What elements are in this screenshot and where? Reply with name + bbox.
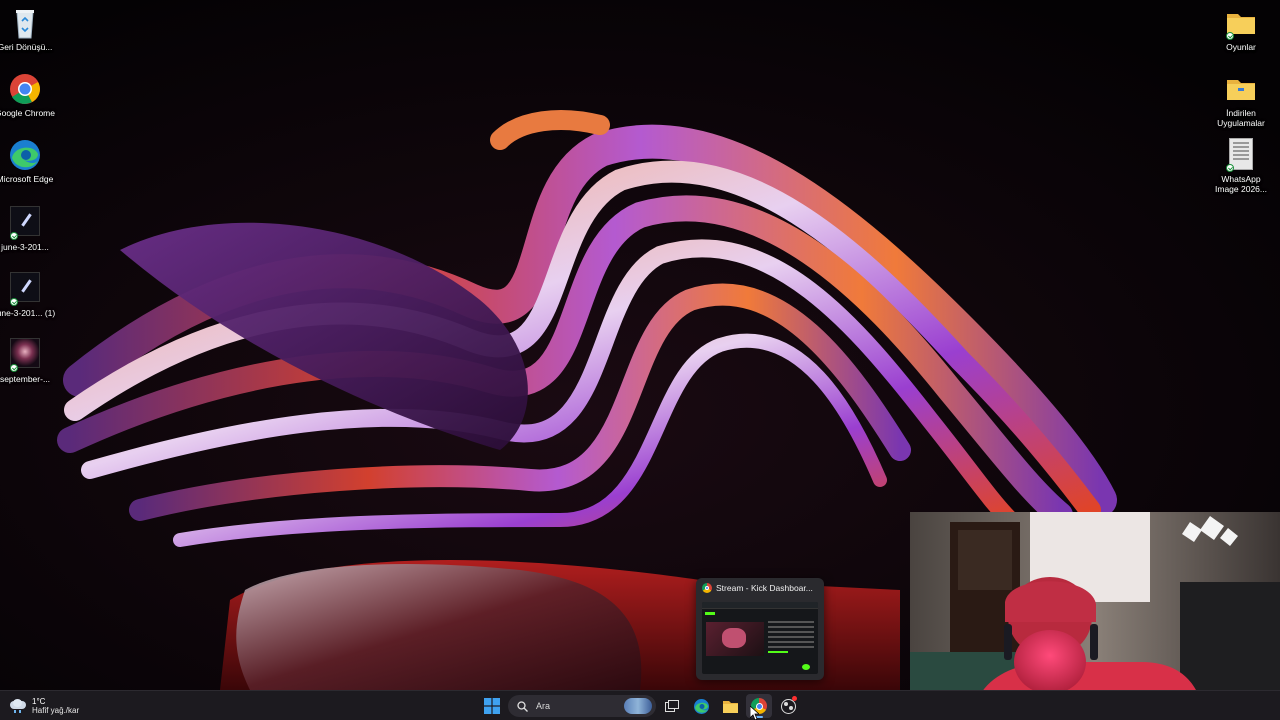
desktop-icon-label: Google Chrome bbox=[0, 108, 55, 118]
edge-icon bbox=[8, 138, 42, 172]
desktop-icon-june-image-1[interactable]: june-3-201... bbox=[0, 206, 56, 252]
sync-status-icon bbox=[10, 232, 18, 240]
taskbar-search[interactable]: Ara bbox=[508, 695, 656, 717]
folder-icon bbox=[1224, 72, 1258, 106]
weather-temperature: 1°C bbox=[32, 697, 46, 706]
image-file-icon bbox=[8, 272, 42, 306]
taskbar-edge-button[interactable] bbox=[688, 694, 714, 718]
image-file-icon bbox=[1224, 138, 1258, 172]
task-view-button[interactable] bbox=[659, 694, 685, 718]
search-icon bbox=[517, 700, 528, 712]
search-highlight-icon bbox=[624, 698, 652, 714]
chrome-icon bbox=[702, 583, 712, 593]
desktop-icon-label: Oyunlar bbox=[1226, 42, 1256, 52]
weather-snow-icon bbox=[10, 699, 26, 713]
desktop-icon-label: WhatsApp Image 2026... bbox=[1215, 174, 1267, 194]
sync-status-icon bbox=[1226, 164, 1234, 172]
thumbnail-preview bbox=[702, 602, 818, 674]
taskbar-obs-button[interactable] bbox=[775, 694, 801, 718]
taskbar: 1°C Hafif yağ./kar Ara bbox=[0, 690, 1280, 720]
image-file-icon bbox=[8, 206, 42, 240]
folder-icon bbox=[1224, 6, 1258, 40]
chrome-window-thumbnail[interactable]: Stream - Kick Dashboar... bbox=[696, 578, 824, 680]
desktop-icon-september-image[interactable]: september-... bbox=[0, 338, 56, 384]
recording-dot-icon bbox=[792, 696, 797, 701]
desktop-icon-oyunlar[interactable]: Oyunlar bbox=[1210, 6, 1272, 52]
search-placeholder: Ara bbox=[536, 701, 551, 711]
start-button[interactable] bbox=[479, 694, 505, 718]
image-file-icon bbox=[8, 338, 42, 372]
desktop-icon-indirilen-uygulamalar[interactable]: İndirilen Uygulamalar bbox=[1210, 72, 1272, 128]
recycle-bin-icon bbox=[8, 6, 42, 40]
task-view-icon bbox=[665, 700, 679, 712]
webcam-overlay bbox=[910, 512, 1280, 720]
thumbnail-title: Stream - Kick Dashboar... bbox=[716, 583, 813, 593]
desktop-icon-label: september-... bbox=[0, 374, 51, 384]
desktop-icon-label: june-3-201... (1) bbox=[0, 308, 56, 318]
mouse-cursor-icon bbox=[750, 706, 759, 720]
desktop-icon-label: Geri Dönüşü... bbox=[0, 42, 53, 52]
desktop-icon-google-chrome[interactable]: Google Chrome bbox=[0, 72, 56, 118]
desktop-icon-june-image-2[interactable]: june-3-201... (1) bbox=[0, 272, 56, 318]
sync-status-icon bbox=[1226, 32, 1234, 40]
chrome-icon bbox=[8, 72, 42, 106]
desktop-icon-label: june-3-201... bbox=[1, 242, 49, 252]
desktop-icon-label: Microsoft Edge bbox=[0, 174, 54, 184]
desktop-icon-microsoft-edge[interactable]: Microsoft Edge bbox=[0, 138, 56, 184]
weather-description: Hafif yağ./kar bbox=[32, 706, 80, 715]
desktop-icon-label: İndirilen Uygulamalar bbox=[1217, 108, 1265, 128]
start-icon bbox=[484, 698, 500, 714]
desktop-icon-recycle-bin[interactable]: Geri Dönüşü... bbox=[0, 6, 56, 52]
taskbar-file-explorer-button[interactable] bbox=[717, 694, 743, 718]
file-explorer-icon bbox=[722, 700, 738, 713]
edge-icon bbox=[693, 698, 709, 714]
desktop-icon-whatsapp-image[interactable]: WhatsApp Image 2026... bbox=[1210, 138, 1272, 194]
sync-status-icon bbox=[10, 364, 18, 372]
sync-status-icon bbox=[10, 298, 18, 306]
weather-widget[interactable]: 1°C Hafif yağ./kar bbox=[10, 695, 79, 717]
